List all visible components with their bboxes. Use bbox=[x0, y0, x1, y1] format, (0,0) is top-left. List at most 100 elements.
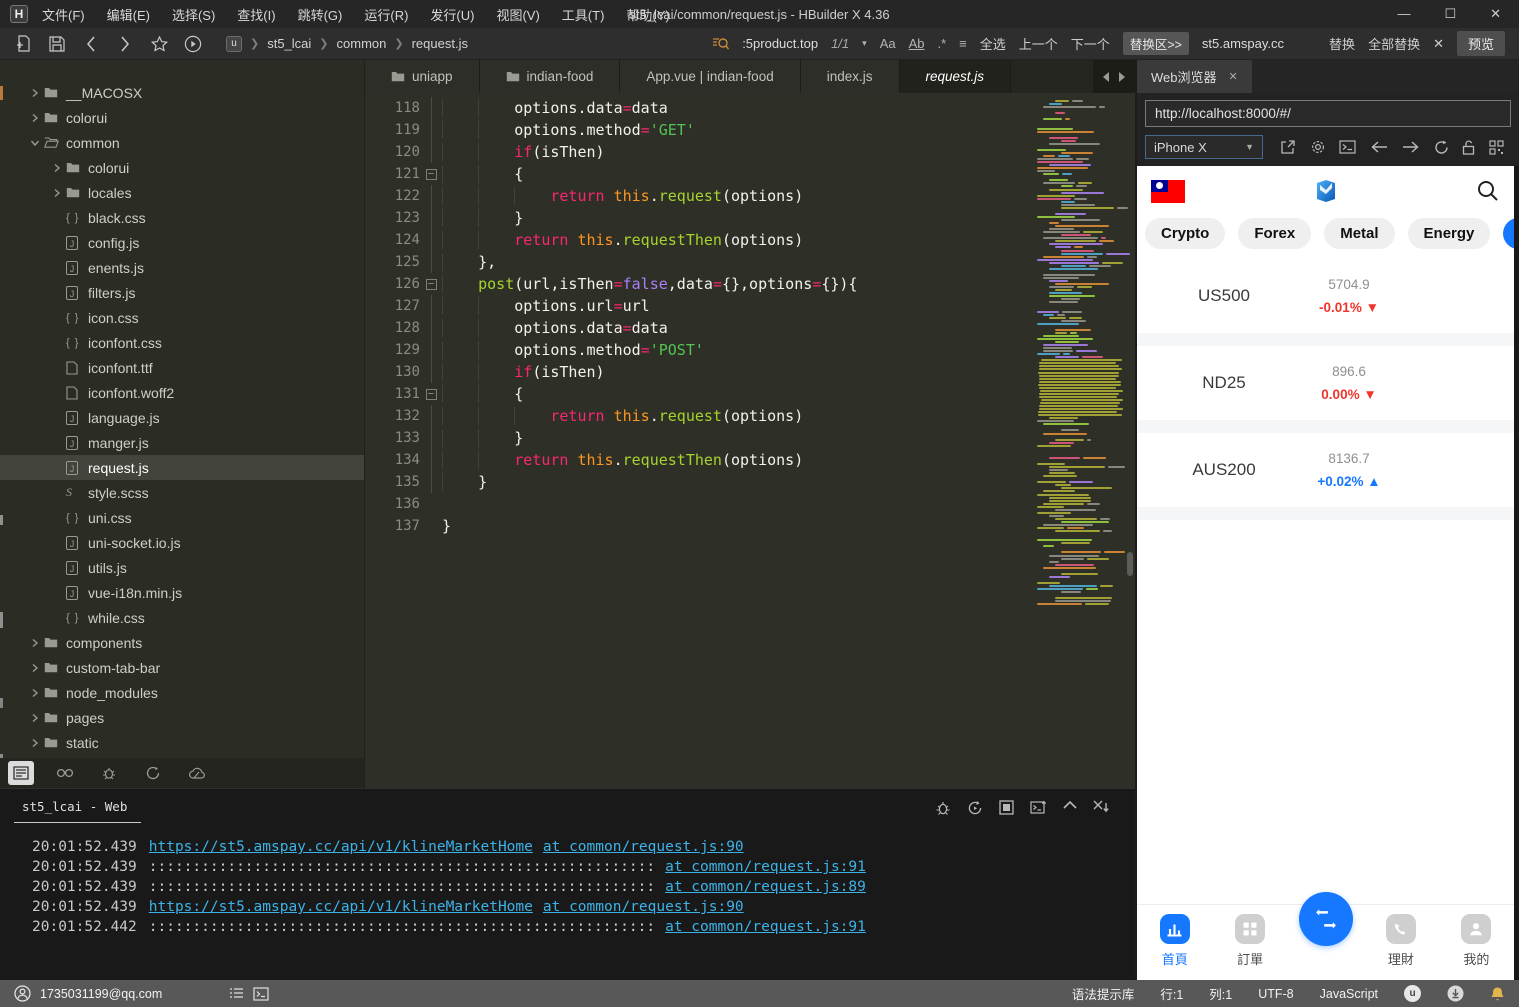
log-link[interactable]: at common/request.js:89 bbox=[665, 879, 866, 895]
language-mode[interactable]: JavaScript bbox=[1320, 987, 1378, 1001]
code-line-131[interactable]: 131– { bbox=[365, 383, 1135, 405]
fold-toggle-icon[interactable]: – bbox=[420, 163, 442, 185]
code-line-123[interactable]: 123 } bbox=[365, 207, 1135, 229]
editor-tab-3[interactable]: App.vue | indian-food bbox=[620, 60, 801, 93]
tree-item-pages[interactable]: pages bbox=[0, 705, 364, 730]
code-line-134[interactable]: 134 return this.requestThen(options) bbox=[365, 449, 1135, 471]
category-tab-forex[interactable]: Forex bbox=[1238, 218, 1312, 249]
address-bar[interactable]: http://localhost:8000/#/ bbox=[1145, 100, 1511, 127]
code-editor[interactable]: 118 options.data=data 119 options.method=… bbox=[365, 93, 1135, 788]
log-link[interactable]: at common/request.js:90 bbox=[543, 839, 744, 855]
tree-item-enents.js[interactable]: Jenents.js bbox=[0, 255, 364, 280]
debug-icon[interactable] bbox=[935, 800, 951, 816]
code-line-124[interactable]: 124 return this.requestThen(options) bbox=[365, 229, 1135, 251]
refresh-icon[interactable] bbox=[1434, 140, 1449, 155]
next-button[interactable]: 下一个 bbox=[1071, 34, 1110, 53]
run-icon[interactable] bbox=[178, 32, 208, 56]
new-file-icon[interactable] bbox=[8, 32, 38, 56]
editor-tab-4[interactable]: index.js bbox=[800, 60, 900, 93]
nav-item-user[interactable]: 我的 bbox=[1439, 905, 1514, 978]
minimize-button[interactable]: — bbox=[1397, 6, 1410, 22]
market-row-nd25[interactable]: ND25 896.6 0.00% ▼ bbox=[1137, 346, 1514, 420]
editor-tab-5[interactable]: request.js bbox=[899, 60, 1012, 93]
tree-item-request.js[interactable]: Jrequest.js bbox=[0, 455, 364, 480]
task-list-icon[interactable] bbox=[229, 987, 244, 1000]
syntax-library[interactable]: 语法提示库 bbox=[1072, 984, 1135, 1003]
category-tab-crypto[interactable]: Crypto bbox=[1145, 218, 1226, 249]
chevron-right-icon[interactable] bbox=[26, 88, 44, 98]
whole-word-toggle[interactable]: Ab bbox=[909, 36, 925, 51]
code-line-127[interactable]: 127 options.url=url bbox=[365, 295, 1135, 317]
tree-item-iconfont.ttf[interactable]: iconfont.ttf bbox=[0, 355, 364, 380]
tree-item-config.js[interactable]: Jconfig.js bbox=[0, 230, 364, 255]
tree-item-while.css[interactable]: { } while.css bbox=[0, 605, 364, 630]
tree-item-static[interactable]: static bbox=[0, 730, 364, 755]
replace-all-button[interactable]: 全部替换 bbox=[1368, 34, 1420, 53]
code-line-129[interactable]: 129 options.method='POST' bbox=[365, 339, 1135, 361]
tree-item-vue-i18n.min.js[interactable]: Jvue-i18n.min.js bbox=[0, 580, 364, 605]
breadcrumb-folder[interactable]: common bbox=[337, 36, 387, 51]
tree-item-__MACOSX[interactable]: __MACOSX bbox=[0, 80, 364, 105]
chevron-right-icon[interactable] bbox=[26, 663, 44, 673]
favorite-star-icon[interactable] bbox=[144, 32, 174, 56]
tree-item-node_modules[interactable]: node_modules bbox=[0, 680, 364, 705]
qrcode-icon[interactable] bbox=[1489, 139, 1504, 155]
replace-input[interactable]: st5.amspay.cc bbox=[1202, 36, 1284, 51]
unlock-icon[interactable] bbox=[1462, 140, 1475, 155]
chevron-right-icon[interactable] bbox=[26, 113, 44, 123]
log-link[interactable]: https://st5.amspay.cc/api/v1/klineMarket… bbox=[149, 839, 533, 855]
code-line-137[interactable]: 137} bbox=[365, 515, 1135, 537]
menu-item-1[interactable]: 编辑(E) bbox=[107, 5, 150, 24]
fold-toggle-icon[interactable]: – bbox=[420, 383, 442, 405]
tree-item-language.js[interactable]: Jlanguage.js bbox=[0, 405, 364, 430]
menu-item-7[interactable]: 视图(V) bbox=[496, 5, 539, 24]
code-line-125[interactable]: 125 }, bbox=[365, 251, 1135, 273]
regex-toggle[interactable]: .* bbox=[938, 36, 947, 51]
code-line-135[interactable]: 135 } bbox=[365, 471, 1135, 493]
chevron-down-icon[interactable] bbox=[26, 139, 44, 147]
market-row-aus200[interactable]: AUS200 8136.7 +0.02% ▲ bbox=[1137, 433, 1514, 507]
menu-item-0[interactable]: 文件(F) bbox=[42, 5, 85, 24]
encoding[interactable]: UTF-8 bbox=[1258, 987, 1293, 1001]
save-icon[interactable] bbox=[42, 32, 72, 56]
browser-tab[interactable]: Web浏览器 ✕ bbox=[1137, 60, 1252, 93]
code-line-128[interactable]: 128 options.data=data bbox=[365, 317, 1135, 339]
nav-item-grid[interactable]: 訂單 bbox=[1212, 905, 1287, 978]
tree-item-filters.js[interactable]: Jfilters.js bbox=[0, 280, 364, 305]
log-link[interactable]: https://st5.amspay.cc/api/v1/klineMarket… bbox=[149, 899, 533, 915]
open-external-icon[interactable] bbox=[1280, 139, 1296, 155]
tree-item-icon.css[interactable]: { } icon.css bbox=[0, 305, 364, 330]
search-icon[interactable] bbox=[1476, 179, 1500, 203]
tree-item-style.scss[interactable]: Sstyle.scss bbox=[0, 480, 364, 505]
clear-console-icon[interactable] bbox=[1093, 800, 1109, 816]
update-download-icon[interactable] bbox=[1447, 985, 1464, 1002]
forward-icon[interactable] bbox=[110, 32, 140, 56]
market-row-us500[interactable]: US500 5704.9 -0.01% ▼ bbox=[1137, 259, 1514, 333]
preview-button[interactable]: 预览 bbox=[1456, 31, 1505, 56]
cursor-col[interactable]: 列:1 bbox=[1209, 984, 1232, 1003]
tree-item-uni-socket.io.js[interactable]: Juni-socket.io.js bbox=[0, 530, 364, 555]
category-tab-cfd[interactable]: CFD bbox=[1503, 218, 1514, 249]
tree-item-colorui[interactable]: colorui bbox=[0, 155, 364, 180]
back-icon[interactable] bbox=[76, 32, 106, 56]
tree-item-manger.js[interactable]: Jmanger.js bbox=[0, 430, 364, 455]
menu-item-3[interactable]: 查找(I) bbox=[237, 5, 275, 24]
taiwan-flag-icon[interactable] bbox=[1151, 179, 1185, 203]
code-line-122[interactable]: 122 return this.request(options) bbox=[365, 185, 1135, 207]
fold-toggle-icon[interactable]: – bbox=[420, 273, 442, 295]
debug-view-icon[interactable] bbox=[96, 761, 122, 785]
search-input[interactable]: :5product.top bbox=[742, 36, 818, 51]
terminal-icon[interactable] bbox=[253, 986, 269, 1001]
chevron-right-icon[interactable] bbox=[48, 163, 66, 173]
restart-icon[interactable] bbox=[967, 800, 983, 816]
tree-item-uni.css[interactable]: { } uni.css bbox=[0, 505, 364, 530]
devtools-console-icon[interactable] bbox=[1339, 140, 1356, 154]
device-selector[interactable]: iPhone X ▼ bbox=[1145, 135, 1263, 159]
console-tab[interactable]: st5_lcai - Web bbox=[14, 793, 142, 823]
editor-scrollbar[interactable] bbox=[1126, 93, 1135, 788]
nav-item-chart[interactable]: 首頁 bbox=[1137, 905, 1212, 978]
category-tab-energy[interactable]: Energy bbox=[1407, 218, 1491, 249]
match-case-toggle[interactable]: Aa bbox=[880, 36, 896, 51]
editor-tab-1[interactable]: uniapp bbox=[365, 60, 480, 93]
replace-button[interactable]: 替换 bbox=[1329, 34, 1355, 53]
